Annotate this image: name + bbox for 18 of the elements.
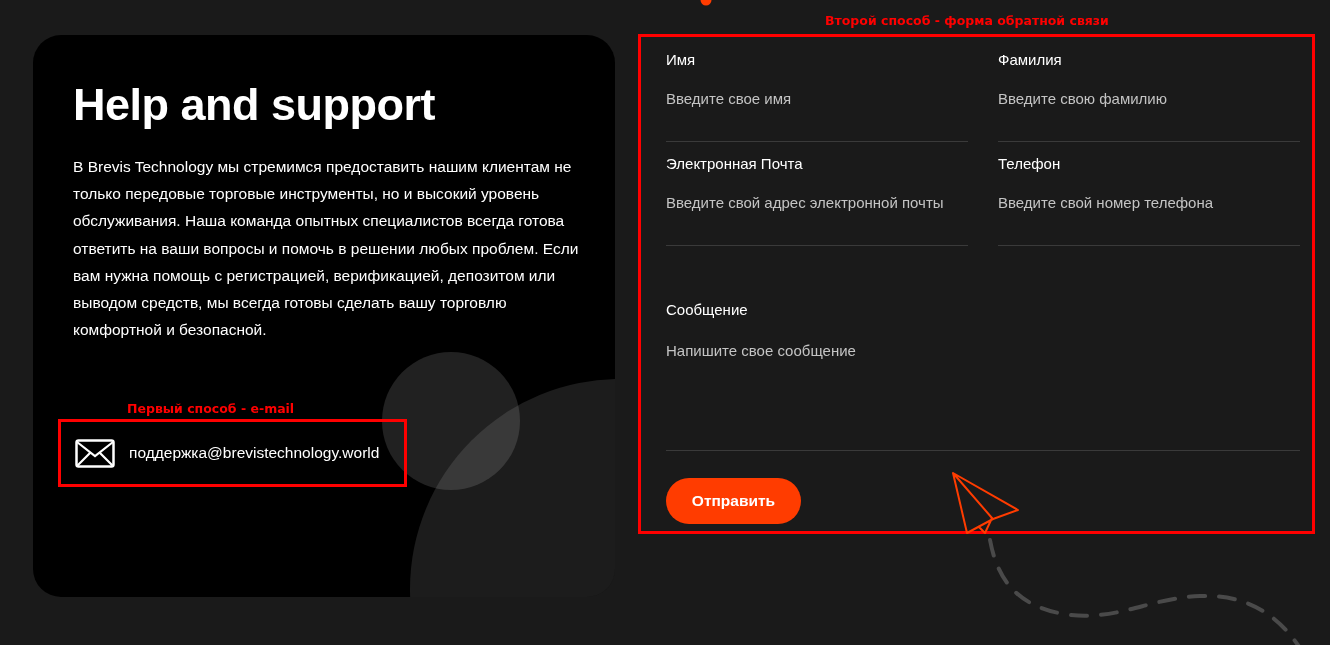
field-label: Сообщение <box>666 301 749 318</box>
field-label: Электронная Почта <box>666 155 804 172</box>
field-label: Телефон <box>998 155 1062 172</box>
field-label: Фамилия <box>998 51 1063 68</box>
card-title: Help and support <box>73 79 436 131</box>
submit-button[interactable]: Отправить <box>666 478 801 524</box>
input-field[interactable]: Введите свое имя <box>666 86 968 111</box>
annotation-label: Первый способ - e-mail <box>127 401 296 417</box>
envelope-icon <box>75 438 115 468</box>
input-field[interactable]: Введите свой номер телефона <box>998 190 1300 215</box>
card-description: В Brevis Technology мы стремимся предоставить нашим клиентам не только передовые торговые инструменты, но и высокий уровень обслуживания. Наша команда опытных специалистов всегда готова ответить на ваши вопросы и помочь в решении любых проблем. Если вам нужна помощь с регистрацией, верификацией, депозитом или выводом средств, мы всегда готовы сделать вашу торговлю комфортной и безопасной. <box>73 157 580 341</box>
input-field[interactable]: Введите свой адрес электронной почты <box>666 190 968 215</box>
email-link[interactable]: поддержка@brevistechnology.world <box>58 419 407 488</box>
message-field[interactable]: Напишите свое сообщение <box>666 336 1300 428</box>
paper-plane-drawing <box>950 470 1022 536</box>
input-field[interactable]: Введите свою фамилию <box>998 86 1300 111</box>
field-label: Имя <box>666 51 697 68</box>
annotation-label: Второй способ - форма обратной связи <box>825 13 1109 28</box>
